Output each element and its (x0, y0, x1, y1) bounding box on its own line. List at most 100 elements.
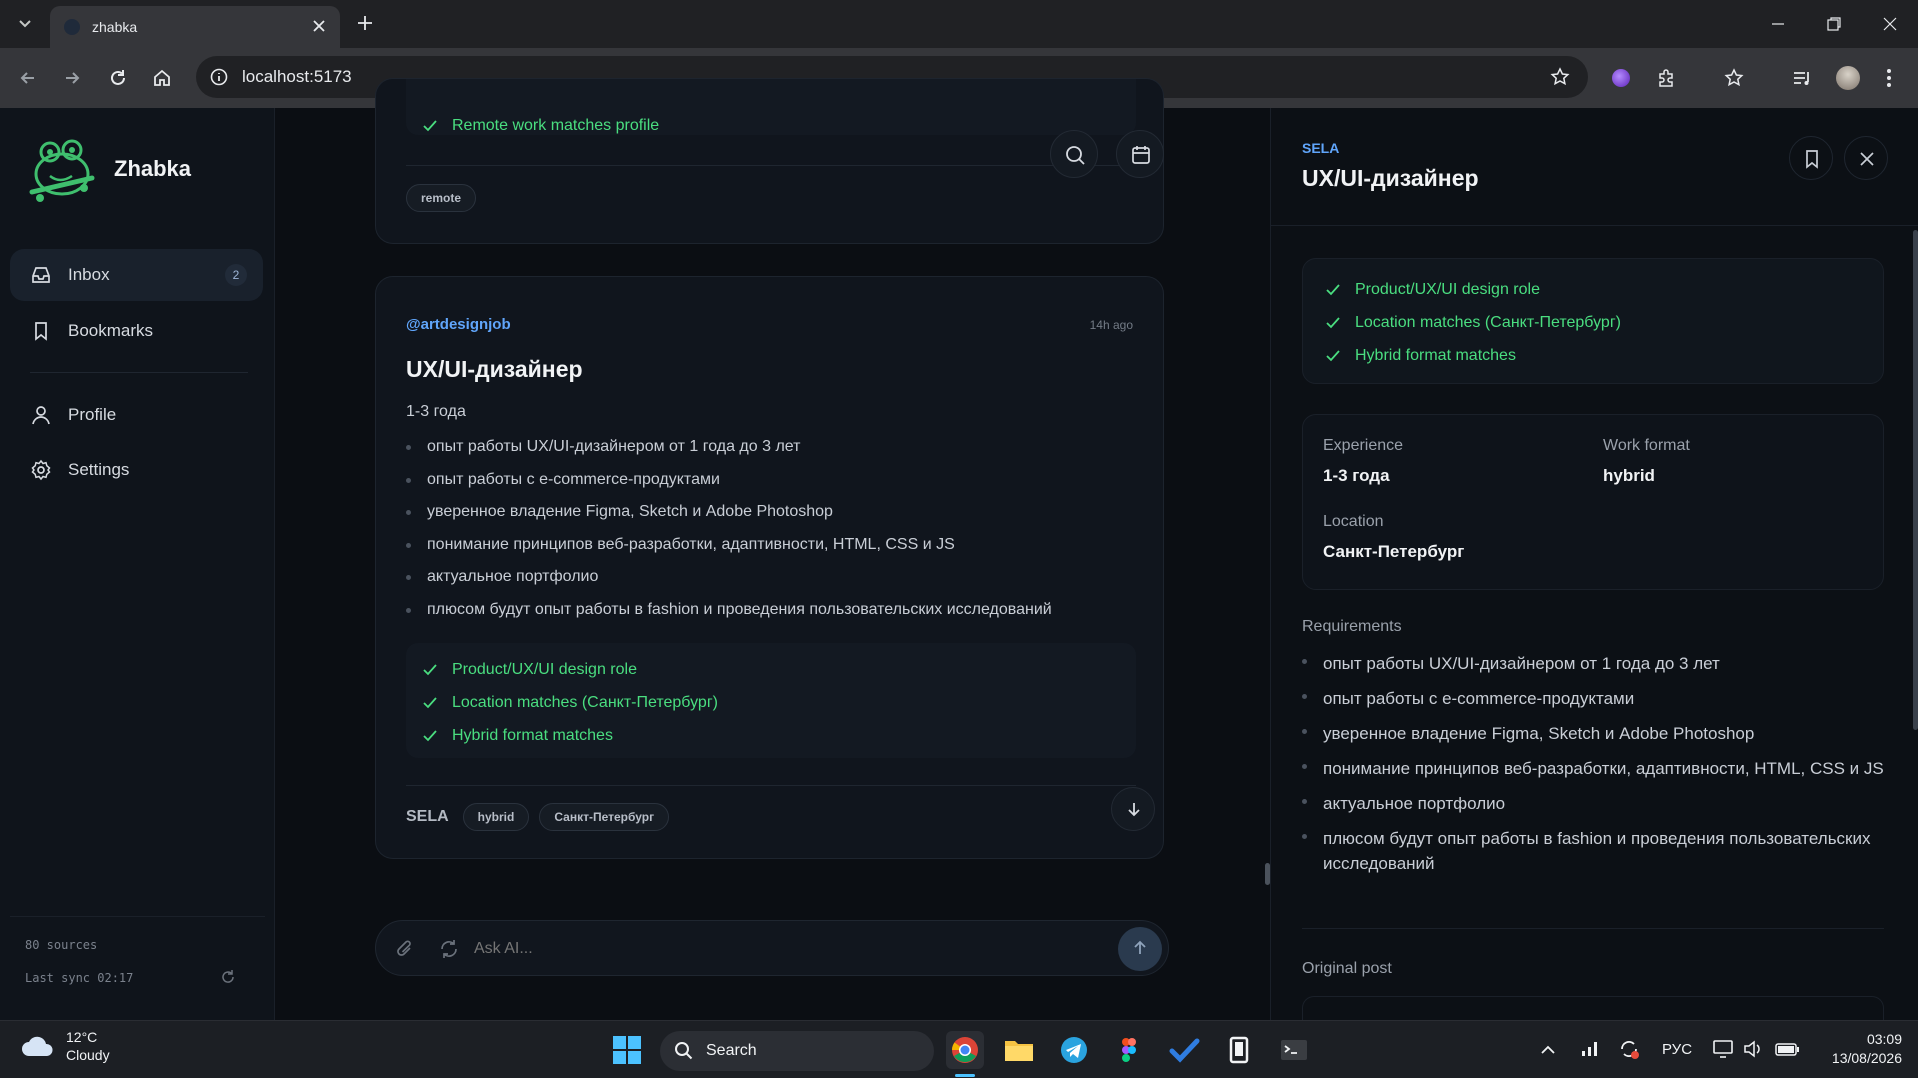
tag-pill[interactable]: hybrid (462, 803, 530, 831)
location-value: Санкт-Петербург (1323, 542, 1465, 561)
send-button[interactable] (1118, 927, 1162, 971)
battery-icon[interactable] (1774, 1039, 1800, 1059)
network-signal-icon[interactable] (1580, 1039, 1600, 1057)
gear-icon (30, 459, 52, 481)
telegram-icon[interactable] (1055, 1031, 1093, 1069)
search-icon (674, 1041, 694, 1061)
list-item: понимание принципов веб-разработки, адап… (406, 535, 1146, 555)
sidebar-item-inbox[interactable]: Inbox 2 (10, 249, 263, 301)
brand[interactable]: Zhabka (24, 134, 191, 204)
active-app-indicator (955, 1074, 975, 1077)
tab-search-icon[interactable] (16, 14, 34, 32)
chrome-app-icon[interactable] (946, 1031, 984, 1069)
sidebar-item-label: Settings (68, 460, 130, 479)
weather-widget[interactable]: 12°C Cloudy (20, 1029, 110, 1063)
last-sync: Last sync 02:17 (25, 971, 134, 985)
media-control-icon[interactable] (1792, 68, 1812, 88)
scroll-down-button[interactable] (1111, 787, 1155, 831)
reload-icon[interactable] (108, 68, 128, 88)
favorites-icon[interactable] (1724, 68, 1744, 88)
site-info-icon[interactable] (210, 68, 228, 86)
sync-tray-icon[interactable] (1618, 1038, 1640, 1060)
browser-tab[interactable]: zhabka (50, 6, 340, 48)
taskbar-search[interactable]: Search (660, 1031, 934, 1071)
refresh-icon[interactable] (438, 938, 460, 960)
list-item: плюсом будут опыт работы в fashion и про… (1302, 826, 1887, 876)
detail-info-box: Experience 1-3 года Work format hybrid L… (1302, 414, 1884, 590)
restore-icon[interactable] (1826, 16, 1842, 32)
tag-pill[interactable]: remote (406, 184, 477, 212)
inbox-count-badge: 2 (225, 264, 247, 286)
volume-icon[interactable] (1742, 1039, 1764, 1059)
format-label: Work format (1603, 437, 1690, 454)
close-button[interactable] (1844, 136, 1888, 180)
url-text[interactable]: localhost:5173 (242, 67, 352, 87)
job-card[interactable]: @artdesignjob 14h ago UX/UI-дизайнер 1-3… (375, 276, 1164, 859)
detail-requirements-list: опыт работы UX/UI-дизайнером от 1 года д… (1302, 651, 1887, 876)
browser-menu-icon[interactable] (1886, 68, 1892, 88)
tag-pill[interactable]: Санкт-Петербург (539, 803, 670, 831)
todo-app-icon[interactable] (1165, 1031, 1203, 1069)
experience-value: 1-3 года (1323, 466, 1390, 485)
detail-scrollbar[interactable] (1913, 230, 1918, 730)
sidebar-item-bookmarks[interactable]: Bookmarks (10, 305, 263, 357)
sidebar-item-label: Bookmarks (68, 321, 154, 340)
taskbar-search-label: Search (706, 1042, 757, 1059)
close-window-icon[interactable] (1882, 16, 1898, 32)
extension-orb-icon[interactable] (1612, 69, 1630, 87)
user-icon (30, 404, 52, 426)
detail-company: SELA (1302, 140, 1340, 156)
calendar-fab[interactable] (1116, 130, 1164, 178)
list-item: плюсом будут опыт работы в fashion и про… (406, 600, 1146, 620)
card-time: 14h ago (1089, 318, 1133, 332)
list-item: уверенное владение Figma, Sketch и Adobe… (1302, 721, 1887, 746)
list-item: актуальное портфолио (1302, 791, 1887, 816)
ask-ai-input[interactable] (474, 937, 1034, 961)
profile-avatar[interactable] (1836, 66, 1860, 90)
close-icon (1859, 151, 1875, 167)
tab-close-icon[interactable] (312, 19, 326, 33)
minimize-icon[interactable] (1770, 16, 1786, 32)
search-fab[interactable] (1050, 130, 1098, 178)
match-box: Product/UX/UI design role Location match… (406, 643, 1136, 758)
experience-label: Experience (1323, 437, 1404, 454)
card-divider (406, 165, 1136, 166)
file-explorer-icon[interactable] (1000, 1031, 1038, 1069)
tray-chevron-icon[interactable] (1540, 1043, 1556, 1055)
back-icon[interactable] (18, 68, 38, 88)
forward-icon[interactable] (62, 68, 82, 88)
card-company: SELA (406, 808, 449, 825)
input-language[interactable]: РУС (1662, 1041, 1692, 1058)
sidebar-item-label: Inbox (68, 265, 110, 284)
sidebar-item-profile[interactable]: Profile (10, 389, 263, 441)
detail-header: SELA UX/UI-дизайнер (1271, 108, 1918, 226)
new-tab-icon[interactable] (356, 14, 374, 32)
terminal-icon[interactable] (1275, 1031, 1313, 1069)
list-item: опыт работы с e-commerce-продуктами (406, 470, 1146, 490)
weather-desc: Cloudy (66, 1047, 110, 1063)
job-card-previous[interactable]: Remote work matches profile remote (375, 78, 1164, 244)
detail-title: UX/UI-дизайнер (1302, 165, 1479, 191)
card-author[interactable]: @artdesignjob (406, 316, 511, 333)
match-item: Remote work matches profile (420, 115, 659, 148)
tab-title: zhabka (92, 19, 138, 35)
figma-icon[interactable] (1110, 1031, 1148, 1069)
list-item: опыт работы с e-commerce-продуктами (1302, 686, 1887, 711)
bookmark-button[interactable] (1789, 136, 1833, 180)
sync-refresh-icon[interactable] (220, 969, 236, 985)
clock[interactable]: 03:09 13/08/2026 (1812, 1031, 1902, 1066)
home-icon[interactable] (152, 68, 172, 88)
start-button[interactable] (612, 1035, 642, 1065)
notepad-icon[interactable] (1220, 1031, 1258, 1069)
sidebar-item-settings[interactable]: Settings (10, 444, 263, 496)
tab-favicon (64, 19, 80, 35)
paperclip-icon[interactable] (394, 938, 416, 960)
requirements-heading: Requirements (1302, 618, 1402, 635)
bookmark-star-icon[interactable] (1550, 67, 1570, 87)
arrow-down-icon (1125, 800, 1143, 818)
display-tray-icon[interactable] (1712, 1039, 1734, 1059)
format-value: hybrid (1603, 466, 1655, 485)
list-item: опыт работы UX/UI-дизайнером от 1 года д… (406, 437, 1146, 457)
match-item: Location matches (Санкт-Петербург) (1323, 312, 1883, 345)
extensions-icon[interactable] (1656, 68, 1676, 88)
